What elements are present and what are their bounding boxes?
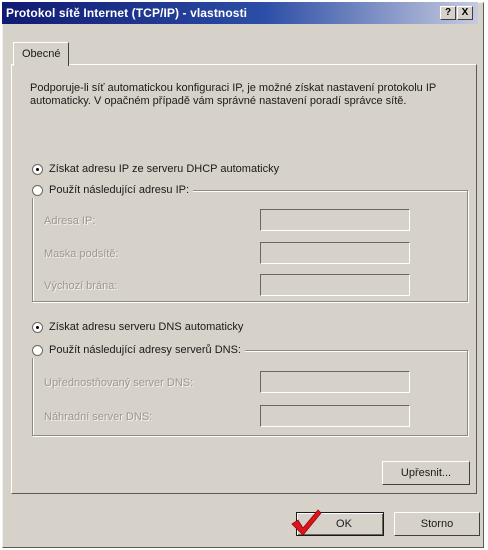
radio-ip-manual-indicator[interactable] [32,184,43,196]
radio-ip-auto-indicator[interactable] [32,163,43,175]
ip-address-label: Adresa IP: [44,215,96,227]
default-gateway-label: Výchozí brána: [44,280,118,292]
radio-ip-manual[interactable]: Použít následující adresu IP: [32,182,194,198]
radio-ip-manual-label: Použít následující adresu IP: [49,184,190,196]
radio-dns-manual-indicator[interactable] [32,344,43,356]
description-text: Podporuje-li síť automatickou konfigurac… [30,82,437,107]
radio-dns-auto-indicator[interactable] [32,321,43,333]
preferred-dns-input[interactable] [260,371,410,393]
tab-general[interactable]: Obecné [13,42,69,66]
ok-button-label: OK [336,518,352,530]
subnet-mask-input[interactable] [260,242,410,264]
alternate-dns-input[interactable] [260,405,410,427]
radio-ip-auto[interactable]: Získat adresu IP ze serveru DHCP automat… [32,161,284,177]
radio-dns-auto[interactable]: Získat adresu serveru DNS automaticky [32,319,248,335]
ok-button[interactable]: OK [291,509,384,536]
title-bar[interactable]: Protokol sítě Internet (TCP/IP) - vlastn… [2,2,478,24]
radio-ip-auto-label: Získat adresu IP ze serveru DHCP automat… [49,163,280,175]
window-title: Protokol sítě Internet (TCP/IP) - vlastn… [6,6,248,20]
advanced-button[interactable]: Upřesnit... [382,461,470,485]
subnet-mask-label: Maska podsítě: [44,248,119,260]
ip-address-input[interactable] [260,209,410,231]
default-gateway-input[interactable] [260,274,410,296]
help-button[interactable]: ? [440,6,456,20]
radio-dns-auto-label: Získat adresu serveru DNS automaticky [49,321,244,333]
cancel-button[interactable]: Storno [394,512,480,536]
red-checkmark-icon [291,509,322,536]
radio-dns-manual-label: Použít následující adresy serverů DNS: [49,344,241,356]
radio-dns-manual[interactable]: Použít následující adresy serverů DNS: [32,342,245,358]
tab-general-label: Obecné [22,48,61,60]
close-button[interactable]: X [457,6,473,20]
preferred-dns-label: Upřednostňovaný server DNS: [44,377,194,389]
alternate-dns-label: Náhradní server DNS: [44,411,153,423]
